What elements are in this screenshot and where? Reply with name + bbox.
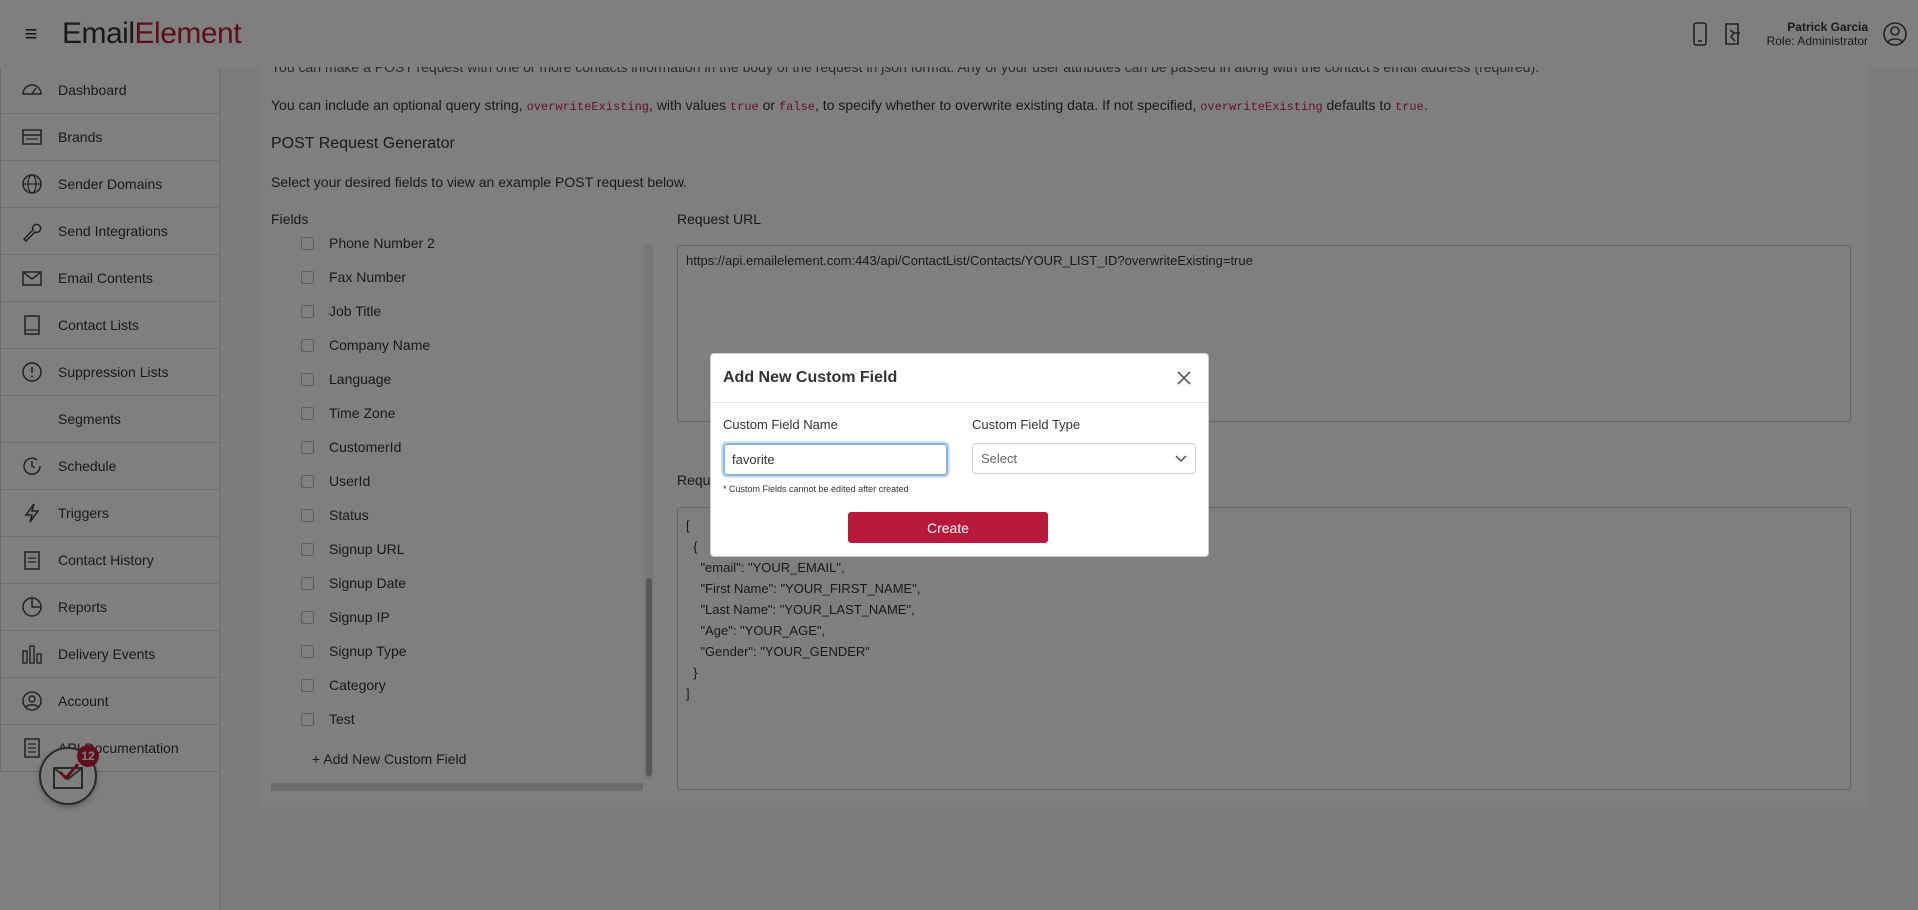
close-icon[interactable] [1174, 368, 1194, 388]
custom-field-name-label: Custom Field Name [723, 417, 838, 432]
custom-field-note: * Custom Fields cannot be edited after c… [723, 484, 909, 494]
custom-field-type-label: Custom Field Type [972, 417, 1081, 432]
chevron-down-icon [1175, 454, 1187, 462]
add-custom-field-modal: Add New Custom Field Custom Field Name C… [710, 353, 1209, 557]
modal-header: Add New Custom Field [711, 354, 1208, 403]
select-value: Select [981, 451, 1018, 466]
modal-title: Add New Custom Field [723, 369, 898, 386]
custom-field-name-input[interactable] [721, 441, 950, 478]
create-button[interactable]: Create [848, 512, 1048, 543]
custom-field-type-select[interactable]: Select [972, 443, 1196, 474]
